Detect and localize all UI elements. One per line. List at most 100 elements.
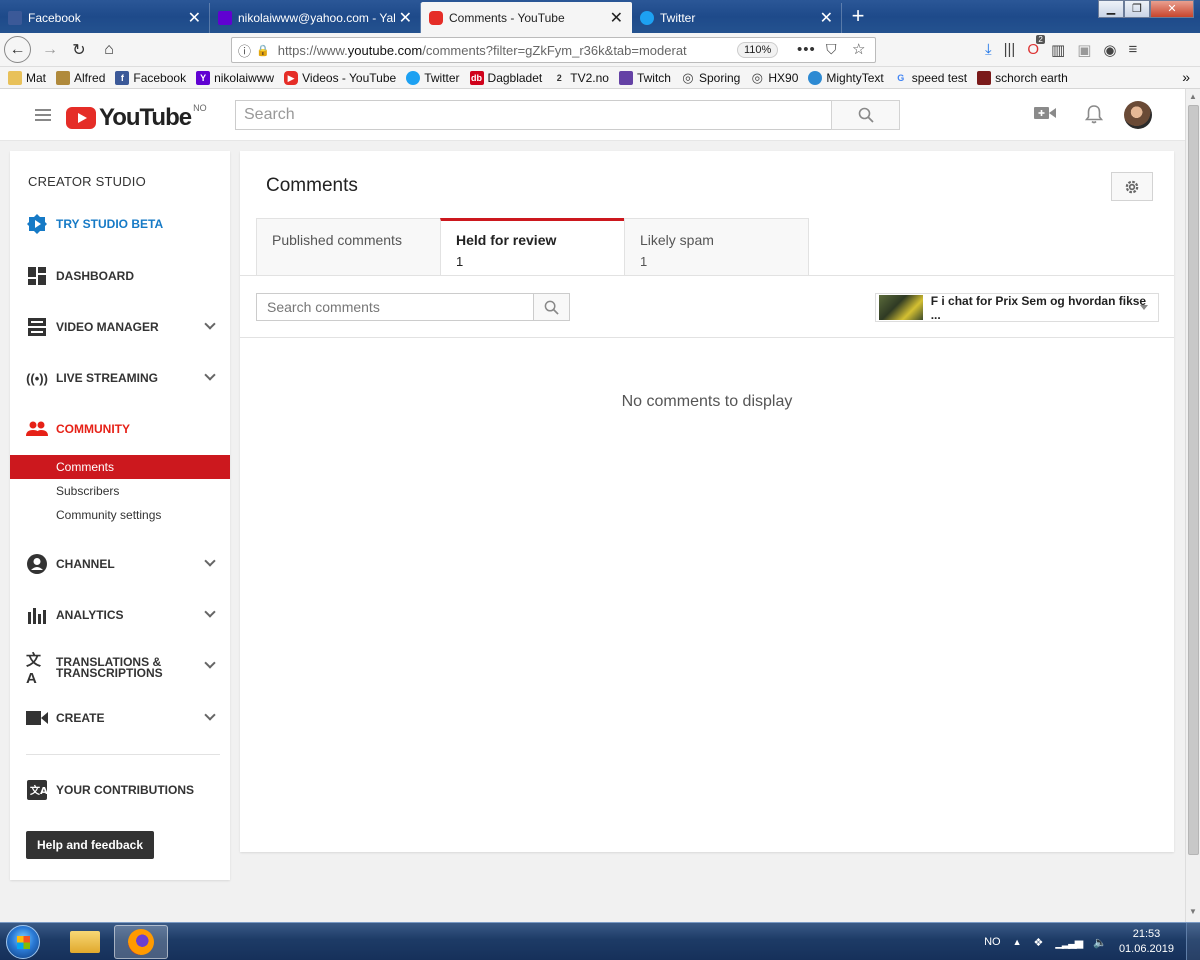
- address-bar[interactable]: ⓘ 🔒 https://www.youtube.com/comments?fil…: [231, 37, 876, 63]
- browser-tab-youtube-comments[interactable]: Comments - YouTube ✕: [421, 2, 632, 33]
- sidebar-item-live-streaming[interactable]: ((•)) LIVE STREAMING: [10, 366, 230, 390]
- forward-button[interactable]: →: [38, 38, 62, 62]
- tab-published-comments[interactable]: Published comments: [256, 218, 441, 276]
- zoom-level[interactable]: 110%: [737, 42, 779, 58]
- account-icon[interactable]: ◉: [1103, 41, 1116, 59]
- sidebar-item-channel[interactable]: CHANNEL: [10, 552, 230, 576]
- bookmark-mightytext[interactable]: MightyText: [808, 70, 884, 85]
- bookmark-twitch[interactable]: Twitch: [618, 70, 671, 85]
- bookmark-yahoo[interactable]: Ynikolaiwww: [196, 70, 274, 85]
- sidebar-subitem-comments[interactable]: Comments: [10, 455, 230, 479]
- browser-toolbar-icons: ⤓ ||| O2 ▥ ▣ ◉ ≡: [985, 35, 1137, 59]
- download-icon[interactable]: ⤓: [985, 41, 992, 59]
- bookmark-sporing[interactable]: ◎ Sporing: [681, 69, 740, 85]
- bookmark-label: TV2.no: [570, 70, 609, 85]
- sidebar-item-try-studio-beta[interactable]: TRY STUDIO BETA: [10, 212, 230, 236]
- info-icon[interactable]: ⓘ: [238, 41, 251, 60]
- video-filter-dropdown[interactable]: F i chat for Prix Sem og hvordan fikse .…: [875, 293, 1159, 322]
- page-title: Comments: [266, 175, 358, 196]
- page-scrollbar[interactable]: ▲ ▼: [1185, 89, 1200, 922]
- sidebar-item-create[interactable]: CREATE: [10, 706, 230, 730]
- bookmark-facebook[interactable]: f Facebook: [115, 70, 186, 85]
- pocket-icon[interactable]: ⛉: [826, 41, 837, 58]
- scrollbar-thumb[interactable]: [1188, 105, 1199, 855]
- help-and-feedback-button[interactable]: Help and feedback: [26, 831, 155, 859]
- taskbar-explorer[interactable]: [58, 925, 112, 959]
- show-hidden-icons-icon[interactable]: ▲: [1013, 937, 1022, 947]
- home-button[interactable]: ⌂: [97, 38, 121, 62]
- browser-tab-facebook[interactable]: Facebook ✕: [0, 3, 210, 33]
- library-icon[interactable]: |||: [1004, 41, 1016, 59]
- chevron-down-icon[interactable]: [204, 709, 216, 721]
- yahoo-mail-icon: [218, 11, 232, 25]
- sidebar-subitem-community-settings[interactable]: Community settings: [10, 503, 230, 527]
- bookmark-dagbladet[interactable]: db Dagbladet: [469, 70, 542, 85]
- live-broadcast-icon: ((•)): [26, 370, 48, 386]
- chevron-down-icon[interactable]: [204, 555, 216, 567]
- new-tab-button[interactable]: +: [846, 4, 870, 28]
- bookmark-hx90[interactable]: ◎ HX90: [750, 70, 799, 85]
- settings-gear-button[interactable]: [1111, 172, 1153, 201]
- bookmark-speed-test[interactable]: Gspeed test: [894, 71, 967, 85]
- search-comments-button[interactable]: [533, 293, 570, 321]
- bookmark-alfred[interactable]: Alfred: [56, 70, 105, 85]
- close-tab-icon[interactable]: ✕: [610, 8, 623, 28]
- bookmark-youtube-videos[interactable]: ▶ Videos - YouTube: [284, 70, 396, 85]
- page-actions-icon[interactable]: •••: [797, 41, 816, 58]
- volume-icon[interactable]: 🔈: [1093, 936, 1107, 949]
- chevron-down-icon[interactable]: [204, 657, 216, 669]
- sidebar-icon[interactable]: ▥: [1051, 41, 1065, 59]
- bookmark-twitter[interactable]: Twitter: [406, 70, 460, 85]
- show-desktop-button[interactable]: [1186, 923, 1200, 960]
- search-comments-input[interactable]: Search comments: [256, 293, 534, 321]
- sidebar-item-community[interactable]: COMMUNITY: [10, 417, 230, 441]
- search-input[interactable]: Search: [235, 100, 832, 130]
- chevron-down-icon[interactable]: [204, 606, 216, 618]
- more-bookmarks-icon[interactable]: »: [1182, 69, 1190, 85]
- chevron-down-icon[interactable]: [204, 369, 216, 381]
- close-tab-icon[interactable]: ✕: [820, 8, 833, 28]
- sidebar-item-your-contributions[interactable]: 文A YOUR CONTRIBUTIONS: [10, 778, 230, 802]
- minimize-button[interactable]: ▁: [1098, 0, 1124, 18]
- maximize-button[interactable]: ❐: [1124, 0, 1150, 18]
- close-window-button[interactable]: ✕: [1150, 0, 1194, 18]
- reload-button[interactable]: ↻: [67, 38, 91, 62]
- sidebar-item-dashboard[interactable]: DASHBOARD: [10, 264, 230, 288]
- notifications-bell-icon[interactable]: [1084, 104, 1104, 130]
- youtube-logo[interactable]: YouTube NO: [66, 103, 207, 132]
- sidebar-item-label: YOUR CONTRIBUTIONS: [56, 783, 194, 797]
- globe-icon: ◎: [682, 69, 694, 85]
- bookmark-schorch-earth[interactable]: schorch earth: [977, 70, 1068, 85]
- extension-icon[interactable]: ▣: [1077, 41, 1091, 59]
- search-button[interactable]: [831, 100, 900, 130]
- opera-addon-icon[interactable]: O2: [1027, 35, 1045, 59]
- scroll-up-arrow-icon[interactable]: ▲: [1189, 92, 1197, 101]
- language-indicator[interactable]: NO: [984, 936, 1001, 948]
- taskbar-clock[interactable]: 21:53 01.06.2019: [1119, 927, 1174, 957]
- tab-likely-spam[interactable]: Likely spam 1: [624, 218, 809, 276]
- back-button[interactable]: ←: [4, 36, 31, 63]
- browser-tab-yahoo-mail[interactable]: nikolaiwww@yahoo.com - Yah ✕: [210, 3, 421, 33]
- scroll-down-arrow-icon[interactable]: ▼: [1189, 907, 1197, 916]
- close-tab-icon[interactable]: ✕: [188, 8, 201, 28]
- dropbox-icon[interactable]: ❖: [1034, 936, 1044, 949]
- tab-held-for-review[interactable]: Held for review 1: [440, 218, 625, 276]
- start-button[interactable]: [6, 925, 40, 959]
- network-signal-icon[interactable]: ▁▂▃▅: [1055, 936, 1083, 949]
- bookmark-mat[interactable]: Mat: [8, 70, 46, 85]
- close-tab-icon[interactable]: ✕: [399, 8, 412, 28]
- sidebar-item-analytics[interactable]: ANALYTICS: [10, 603, 230, 627]
- bookmark-star-icon[interactable]: ☆: [852, 40, 865, 58]
- sidebar-item-video-manager[interactable]: VIDEO MANAGER: [10, 315, 230, 339]
- sidebar-subitem-subscribers[interactable]: Subscribers: [10, 479, 230, 503]
- guide-menu-icon[interactable]: [35, 109, 51, 124]
- browser-tab-twitter[interactable]: Twitter ✕: [632, 3, 842, 33]
- account-avatar[interactable]: [1124, 101, 1152, 129]
- sidebar-item-translations[interactable]: 文A TRANSLATIONS & TRANSCRIPTIONS: [10, 652, 230, 687]
- taskbar-firefox[interactable]: [114, 925, 168, 959]
- bookmark-tv2[interactable]: 2 TV2.no: [552, 71, 609, 85]
- chevron-down-icon[interactable]: [204, 318, 216, 330]
- upload-video-icon[interactable]: [1034, 104, 1056, 127]
- creator-studio-heading: CREATOR STUDIO: [28, 174, 146, 189]
- menu-icon[interactable]: ≡: [1128, 41, 1137, 59]
